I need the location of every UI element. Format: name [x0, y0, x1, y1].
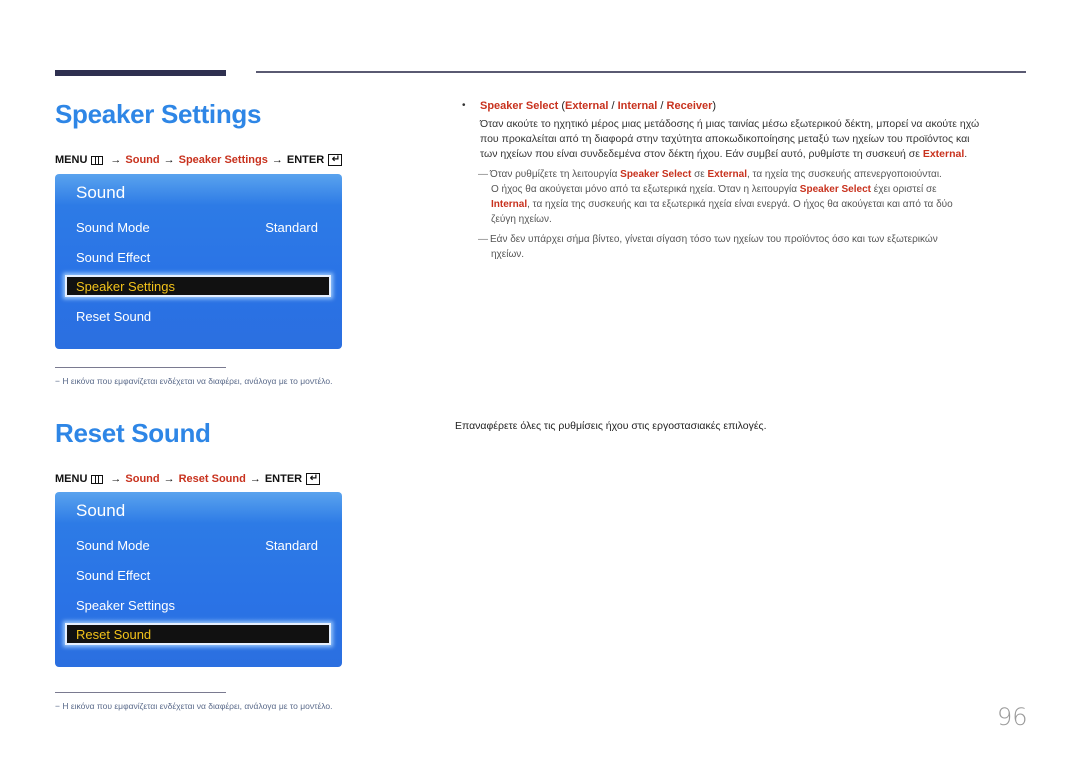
tv-menu-item-label: Sound Effect — [76, 567, 151, 583]
arrow-icon: → — [110, 154, 122, 166]
arrow-icon: → — [249, 473, 261, 485]
tv-menu-item-reset-sound[interactable]: Reset Sound — [65, 623, 331, 645]
tv-menu-item-sound-mode[interactable]: Sound Mode Standard — [76, 217, 318, 237]
note-text: Ο ήχος θα ακούγεται μόνο από τα εξωτερικ… — [491, 184, 800, 195]
header-bar-thick — [55, 70, 226, 76]
menu-path-step-sound: Sound — [125, 154, 160, 166]
note-line: ζεύγη ηχείων. — [491, 214, 552, 225]
tv-menu-item-value: Standard — [265, 537, 318, 553]
tv-menu-item-label: Sound Mode — [76, 219, 150, 235]
menu-path-step-speaker-settings: Speaker Settings — [178, 154, 268, 166]
enter-label: ENTER — [286, 154, 325, 166]
tv-menu-item-label: Reset Sound — [76, 308, 152, 324]
tv-menu-sound: Sound Sound Mode Standard Sound Effect S… — [55, 174, 342, 349]
arrow-icon: → — [163, 473, 175, 485]
bullet-icon: • — [462, 100, 466, 111]
note-text: , τα ηχεία της συσκευής και τα εξωτερικά… — [527, 199, 953, 210]
footnote: − Η εικόνα που εμφανίζεται ενδέχεται να … — [55, 701, 333, 711]
reset-sound-description: Επαναφέρετε όλες τις ρυθμίσεις ήχου στις… — [455, 420, 767, 432]
note-text: Όταν ρυθμίζετε τη λειτουργία — [490, 169, 621, 180]
para-line: των ηχείων που είναι συνδεδεμένα στον δέ… — [480, 147, 1025, 162]
note-text: σε — [691, 169, 708, 180]
highlight-internal: Internal — [491, 199, 528, 210]
footnote-rule — [55, 367, 226, 368]
highlight-external: External — [707, 169, 747, 180]
tv-menu-item-value: Standard — [265, 219, 318, 235]
note-text: , τα ηχεία της συσκευής απενεργοποιούντα… — [746, 169, 942, 180]
speaker-select-heading: Speaker Select (External / Internal / Re… — [480, 100, 717, 112]
note-line: ― Εάν δεν υπάρχει σήμα βίντεο, γίνεται σί… — [478, 232, 1023, 247]
footnote-rule — [55, 692, 226, 693]
menu-icon — [91, 474, 104, 484]
tv-menu-item-sound-effect[interactable]: Sound Effect — [76, 565, 318, 585]
enter-icon: ↵ — [328, 154, 343, 166]
note-dash-icon: ― — [478, 169, 488, 180]
tv-menu-title: Sound — [76, 183, 126, 202]
option-internal: Internal — [617, 100, 658, 112]
tv-menu-item-label: Speaker Settings — [76, 597, 176, 613]
note-line: Internal, τα ηχεία της συσκευής και τα ε… — [478, 197, 1023, 212]
tv-menu-sound: Sound Sound Mode Standard Sound Effect S… — [55, 492, 342, 667]
menu-path-step-reset-sound: Reset Sound — [178, 473, 246, 485]
para-text: . — [964, 148, 968, 160]
header-rule — [256, 71, 1026, 73]
menu-path-reset-sound: MENU → Sound → Reset Sound → ENTER ↵ — [55, 473, 321, 485]
page-number: 96 — [997, 703, 1028, 731]
tv-menu-item-reset-sound[interactable]: Reset Sound — [76, 306, 318, 326]
note-text: έχει οριστεί σε — [870, 184, 937, 195]
speaker-select-description: Όταν ακούτε το ηχητικό μέρος μιας μετάδο… — [480, 117, 1025, 162]
highlight-speaker-select: Speaker Select — [799, 184, 871, 195]
menu-label: MENU — [55, 154, 88, 166]
tv-menu-item-sound-mode[interactable]: Sound Mode Standard — [76, 535, 318, 555]
section-title-reset-sound: Reset Sound — [55, 418, 211, 448]
option-external: External — [565, 100, 609, 112]
enter-icon: ↵ — [306, 473, 321, 485]
speaker-select-name: Speaker Select — [480, 100, 559, 112]
menu-icon — [91, 155, 104, 165]
tv-menu-item-label: Sound Mode — [76, 537, 150, 553]
note-no-video: ― Εάν δεν υπάρχει σήμα βίντεο, γίνεται σί… — [478, 232, 1023, 262]
arrow-icon: → — [110, 473, 122, 485]
note-text: Εάν δεν υπάρχει σήμα βίντεο, γίνεται σίγ… — [490, 234, 938, 245]
para-line: που προκαλείται από τη διαφορά στην ταχύ… — [480, 133, 970, 145]
arrow-icon: → — [271, 154, 283, 166]
menu-path-step-sound: Sound — [125, 473, 160, 485]
tv-menu-item-label: Sound Effect — [76, 249, 151, 265]
menu-path-speaker-settings: MENU → Sound → Speaker Settings → ENTER … — [55, 154, 343, 166]
tv-menu-item-speaker-settings[interactable]: Speaker Settings — [76, 595, 318, 615]
note-external: ― Όταν ρυθμίζετε τη λειτουργία Speaker Se… — [478, 167, 1023, 227]
highlight-speaker-select: Speaker Select — [620, 169, 692, 180]
highlight-external: External — [922, 148, 965, 160]
option-receiver: Receiver — [666, 100, 713, 112]
tv-menu-item-label: Speaker Settings — [76, 278, 176, 294]
note-line: Ο ήχος θα ακούγεται μόνο από τα εξωτερικ… — [478, 182, 1023, 197]
tv-menu-item-sound-effect[interactable]: Sound Effect — [76, 247, 318, 267]
para-line: Όταν ακούτε το ηχητικό μέρος μιας μετάδο… — [480, 118, 980, 130]
note-line: ― Όταν ρυθμίζετε τη λειτουργία Speaker Se… — [478, 167, 1023, 182]
tv-menu-item-label: Reset Sound — [76, 626, 152, 642]
arrow-icon: → — [163, 154, 175, 166]
note-line: ηχείων. — [491, 249, 525, 260]
section-title-speaker-settings: Speaker Settings — [55, 99, 262, 129]
footnote: − Η εικόνα που εμφανίζεται ενδέχεται να … — [55, 376, 333, 386]
para-text: των ηχείων που είναι συνδεδεμένα στον δέ… — [480, 148, 923, 160]
enter-label: ENTER — [264, 473, 303, 485]
tv-menu-item-speaker-settings[interactable]: Speaker Settings — [65, 275, 331, 297]
note-dash-icon: ― — [478, 234, 488, 245]
menu-label: MENU — [55, 473, 88, 485]
tv-menu-title: Sound — [76, 501, 126, 520]
